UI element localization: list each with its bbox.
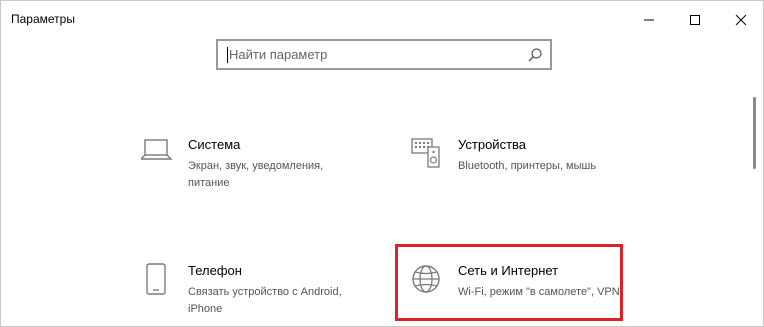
close-icon [735, 14, 747, 26]
phone-icon [136, 263, 176, 303]
tile-system-description: Экран, звук, уведомления, питание [188, 160, 324, 189]
tile-phone-label: Телефон [188, 263, 242, 278]
minimize-icon [644, 19, 654, 21]
title-bar: Параметры [1, 1, 763, 39]
search-placeholder: Найти параметр [229, 47, 328, 62]
tile-devices-label: Устройства [458, 137, 527, 152]
tile-system[interactable]: Система Экран, звук, уведомления, питани… [136, 137, 366, 217]
search-box[interactable]: Найти параметр [216, 39, 552, 70]
scrollbar[interactable] [753, 97, 756, 169]
tile-phone[interactable]: Телефон Связать устройство с Android, iP… [136, 263, 366, 327]
close-button[interactable] [718, 1, 764, 39]
tile-phone-description: Связать устройство с Android, iPhone [188, 286, 342, 315]
laptop-icon [136, 137, 176, 177]
text-caret [227, 47, 228, 63]
keyboard-speaker-icon [406, 137, 446, 177]
tile-devices[interactable]: Устройства Bluetooth, принтеры, мышь [406, 137, 636, 217]
maximize-button[interactable] [672, 1, 718, 39]
tile-system-label: Система [188, 137, 241, 152]
settings-window: Параметры Найти параметр Система Экран, … [0, 0, 764, 327]
maximize-icon [690, 15, 700, 25]
tile-devices-description: Bluetooth, принтеры, мышь [458, 160, 597, 172]
minimize-button[interactable] [626, 1, 672, 39]
window-title: Параметры [11, 12, 75, 26]
search-icon[interactable] [527, 47, 543, 68]
selection-highlight [395, 244, 623, 321]
